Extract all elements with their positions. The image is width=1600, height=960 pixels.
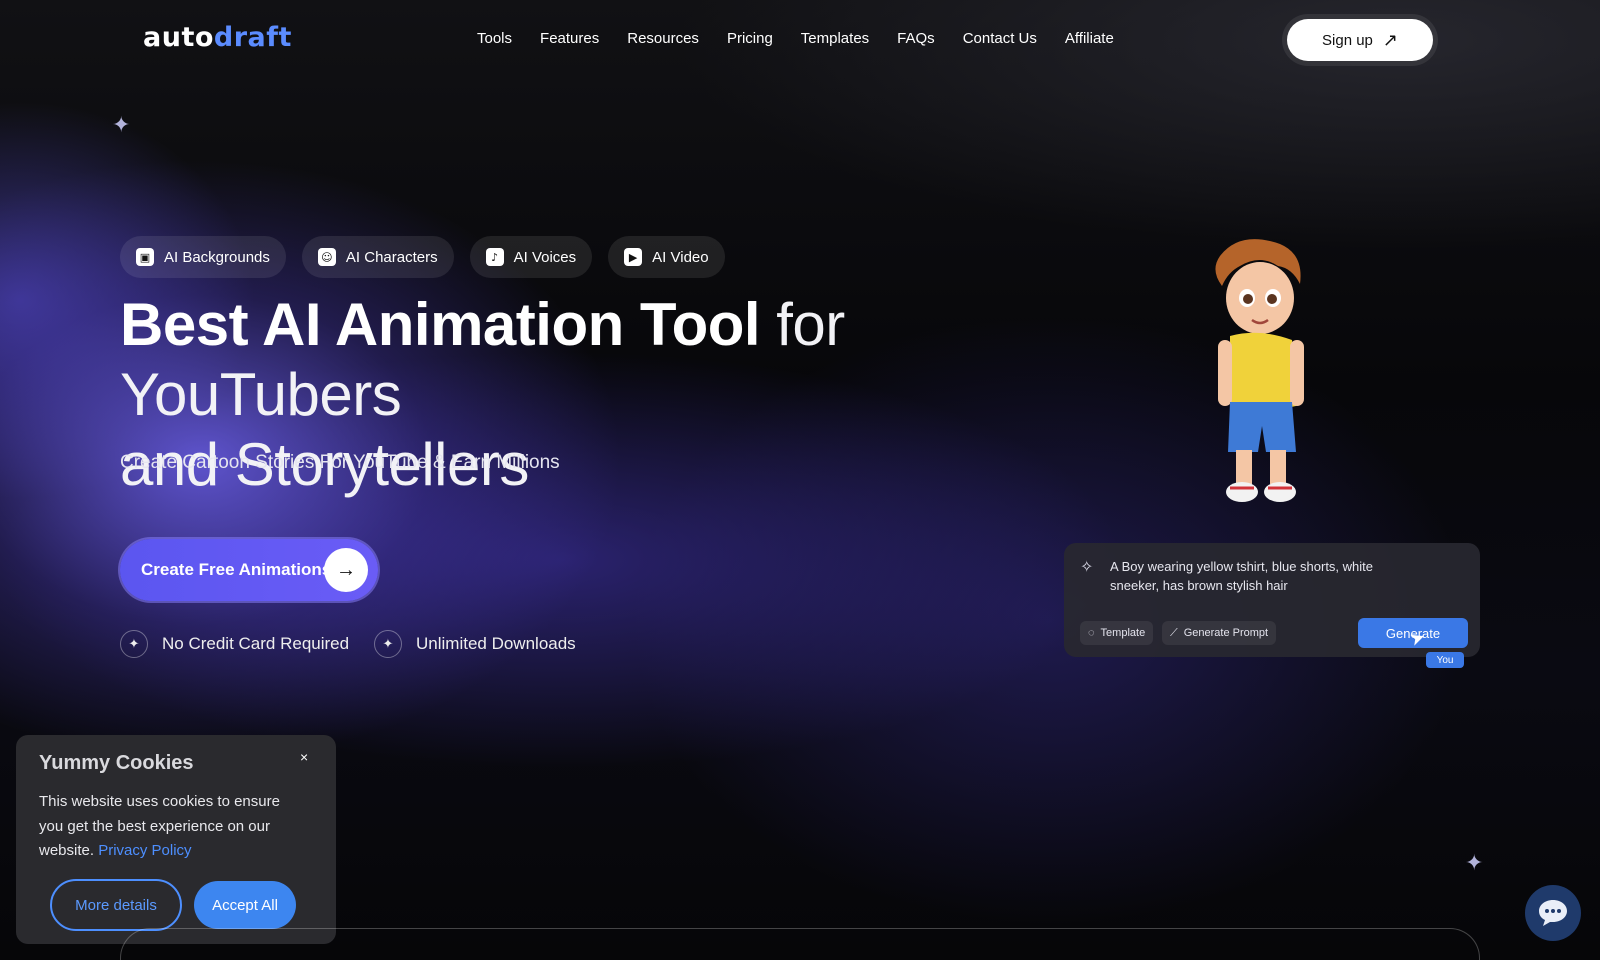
sparkle-icon: ✦ <box>374 630 402 658</box>
nav-item-affiliate[interactable]: Affiliate <box>1065 30 1114 47</box>
logo-part-draft: draft <box>213 22 292 53</box>
create-free-animations-button[interactable]: Create Free Animations → <box>120 539 378 601</box>
feature-label: Unlimited Downloads <box>416 634 576 653</box>
nav-item-resources[interactable]: Resources <box>627 30 699 47</box>
nav-item-faqs[interactable]: FAQs <box>897 30 935 47</box>
palette-icon: ◌ <box>1088 627 1095 639</box>
cookie-text: This website uses cookies to ensure you … <box>39 790 299 864</box>
pill-label: AI Video <box>652 248 709 266</box>
generate-prompt-label: Generate Prompt <box>1183 627 1269 639</box>
generate-prompt-button[interactable]: ⟋ Generate Prompt <box>1162 621 1277 645</box>
sparkle-icon: ✦ <box>120 630 148 658</box>
feature-unlimited-downloads: ✦ Unlimited Downloads <box>374 630 576 658</box>
hero-subtitle: Create Cartoon Stories For YouTube & Ear… <box>120 452 560 473</box>
template-button[interactable]: ◌ Template <box>1080 621 1154 645</box>
pill-label: AI Voices <box>513 248 577 266</box>
nav-item-pricing[interactable]: Pricing <box>727 30 773 47</box>
feature-no-credit-card: ✦ No Credit Card Required <box>120 630 349 658</box>
sparkle-icon: ✧ <box>1080 559 1094 576</box>
cartoon-boy-illustration <box>1215 239 1304 502</box>
magic-wand-icon: ⟋ <box>1170 626 1178 639</box>
pill-label: AI Characters <box>345 248 438 266</box>
accept-all-button[interactable]: Accept All <box>194 881 296 929</box>
character-icon: ☺ <box>317 248 336 266</box>
chat-button[interactable] <box>1525 885 1581 941</box>
more-details-button[interactable]: More details <box>50 879 182 931</box>
pill-label: AI Backgrounds <box>164 248 270 266</box>
logo-part-auto: auto <box>143 22 214 53</box>
feature-label: No Credit Card Required <box>162 634 350 653</box>
pill-ai-characters[interactable]: ☺ AI Characters <box>301 236 454 278</box>
main-nav: Tools Features Resources Pricing Templat… <box>477 30 1114 47</box>
signup-button-wrapper: Sign up ↗ <box>1282 14 1438 66</box>
sparkle-star-icon: ✦ <box>112 112 131 137</box>
signup-label: Sign up <box>1322 31 1373 49</box>
cookie-banner: Yummy Cookies × This website uses cookie… <box>16 735 336 944</box>
section-frame <box>120 928 1480 960</box>
arrow-up-right-icon: ↗ <box>1382 29 1398 50</box>
close-icon[interactable]: × <box>300 749 308 765</box>
music-icon: ♪ <box>485 248 504 266</box>
template-label: Template <box>1100 627 1146 639</box>
chat-icon <box>1539 900 1567 926</box>
signup-button[interactable]: Sign up ↗ <box>1287 19 1433 61</box>
cursor-tag: You <box>1426 652 1464 668</box>
privacy-policy-link[interactable]: Privacy Policy <box>98 842 191 859</box>
pill-ai-voices[interactable]: ♪ AI Voices <box>469 236 593 278</box>
nav-item-templates[interactable]: Templates <box>801 30 869 47</box>
nav-item-tools[interactable]: Tools <box>477 30 512 47</box>
pill-ai-video[interactable]: ▶ AI Video <box>608 236 725 278</box>
video-icon: ▶ <box>624 248 643 266</box>
nav-item-contact-us[interactable]: Contact Us <box>963 30 1037 47</box>
pill-ai-backgrounds[interactable]: ▣ AI Backgrounds <box>120 236 286 278</box>
prompt-input[interactable]: A Boy wearing yellow tshirt, blue shorts… <box>1110 557 1410 595</box>
cta-label: Create Free Animations <box>141 560 332 579</box>
site-header: autodraft Tools Features Resources Prici… <box>0 0 1600 80</box>
arrow-right-icon: → <box>324 548 368 592</box>
image-icon: ▣ <box>136 248 154 266</box>
sparkle-star-icon: ✦ <box>1465 850 1484 875</box>
hero-title-strong: Best AI Animation Tool <box>120 291 761 358</box>
cookie-title: Yummy Cookies <box>39 752 194 774</box>
feature-pills: ▣ AI Backgrounds ☺ AI Characters ♪ AI Vo… <box>120 236 725 278</box>
logo[interactable]: autodraft <box>143 22 292 53</box>
nav-item-features[interactable]: Features <box>540 30 599 47</box>
